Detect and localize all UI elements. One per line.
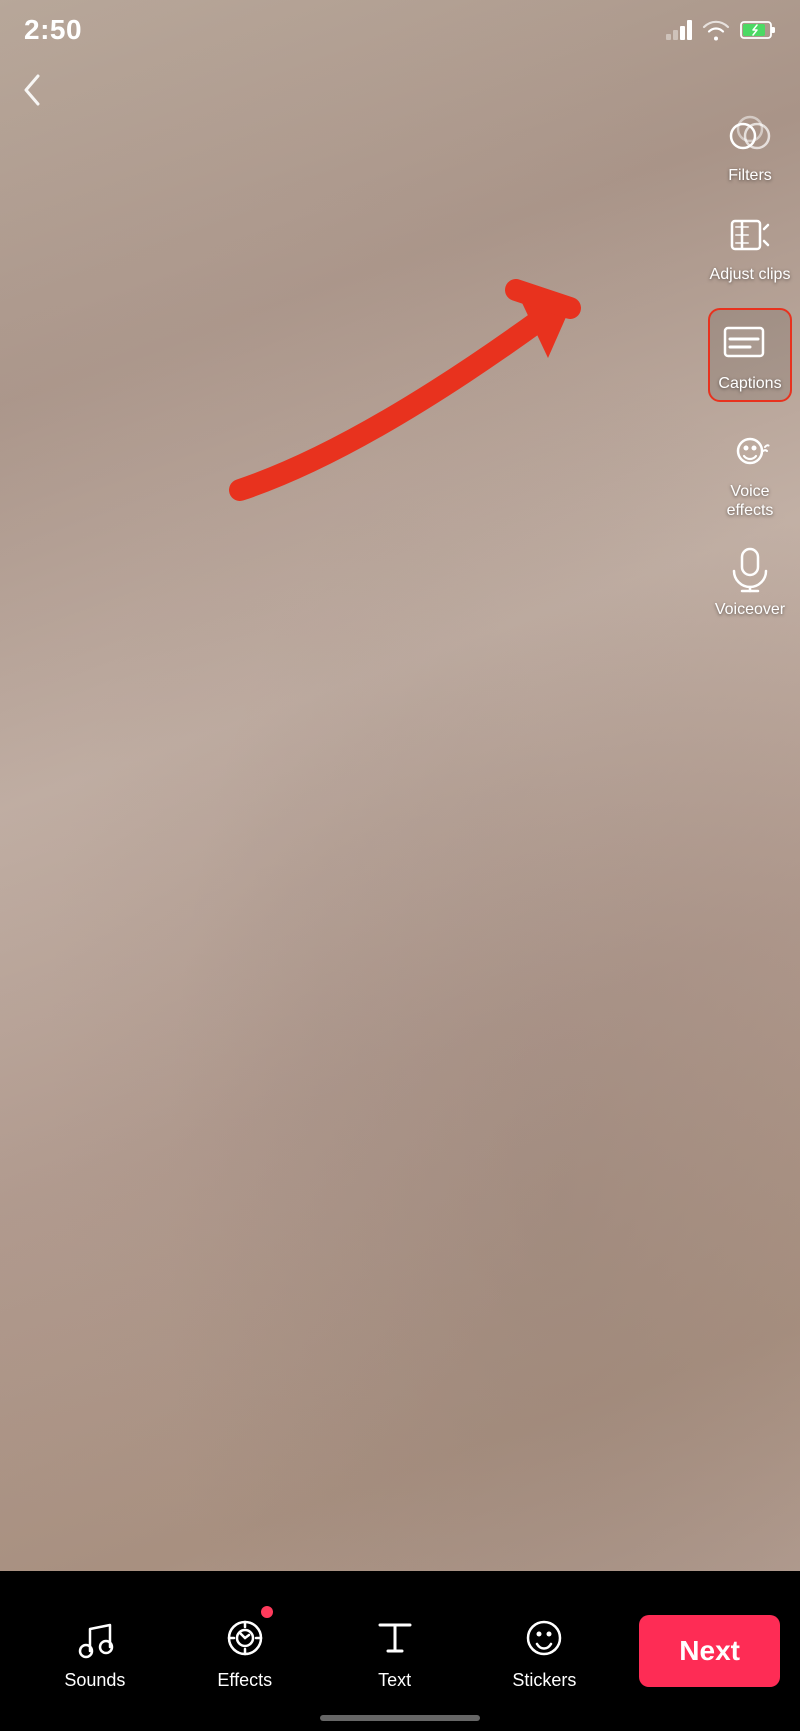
status-bar: 2:50 [0, 0, 800, 60]
effects-icon [219, 1612, 271, 1664]
toolbar-item-adjust-clips[interactable]: Adjust clips [700, 199, 800, 294]
captions-icon [718, 318, 770, 370]
toolbar-item-voice-effects[interactable]: Voiceeffects [700, 416, 800, 530]
effects-notification-dot [261, 1606, 273, 1618]
video-background [0, 0, 800, 1731]
filters-label: Filters [728, 166, 772, 185]
back-button[interactable] [20, 70, 44, 118]
voice-effects-icon [724, 426, 776, 478]
voice-effects-label: Voiceeffects [727, 482, 774, 520]
stickers-icon [518, 1612, 570, 1664]
nav-item-stickers[interactable]: Stickers [469, 1602, 619, 1701]
captions-highlight-box: Captions [708, 308, 791, 401]
bottom-nav: Sounds Effects [0, 1571, 800, 1731]
adjust-clips-icon [724, 209, 776, 261]
text-icon [369, 1612, 421, 1664]
sounds-label: Sounds [64, 1670, 125, 1691]
filters-icon [724, 110, 776, 162]
text-label: Text [378, 1670, 411, 1691]
wifi-icon [702, 19, 730, 41]
nav-item-text[interactable]: Text [320, 1602, 470, 1701]
battery-icon [740, 20, 776, 40]
right-toolbar: Filters Adjust clips Captions [700, 100, 800, 629]
effects-label: Effects [217, 1670, 272, 1691]
toolbar-item-captions[interactable]: Captions [700, 298, 800, 411]
status-icons [666, 19, 776, 41]
nav-items: Sounds Effects [0, 1602, 639, 1701]
voiceover-icon [724, 544, 776, 596]
toolbar-item-filters[interactable]: Filters [700, 100, 800, 195]
status-time: 2:50 [24, 14, 82, 46]
nav-item-sounds[interactable]: Sounds [20, 1602, 170, 1701]
next-button[interactable]: Next [639, 1615, 780, 1687]
music-icon [69, 1612, 121, 1664]
stickers-label: Stickers [512, 1670, 576, 1691]
captions-label: Captions [718, 375, 781, 392]
signal-icon [666, 20, 692, 40]
nav-item-effects[interactable]: Effects [170, 1602, 320, 1701]
adjust-clips-label: Adjust clips [710, 265, 791, 284]
voiceover-label: Voiceover [715, 600, 785, 619]
home-indicator [320, 1715, 480, 1721]
toolbar-item-voiceover[interactable]: Voiceover [700, 534, 800, 629]
